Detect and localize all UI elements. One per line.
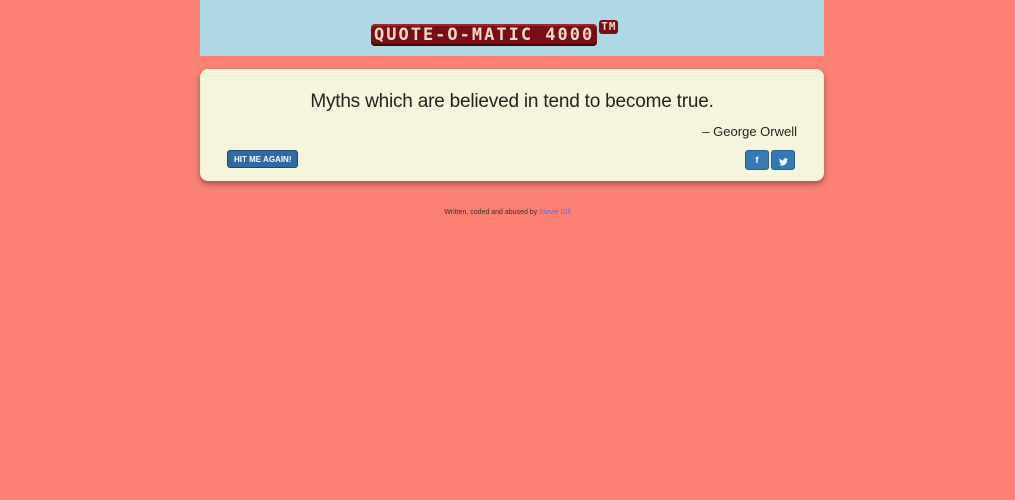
logo-trademark: TM (599, 20, 619, 34)
quote-author: – George Orwell (702, 124, 797, 139)
page: QUOTE-O-MATIC 4000 TM Myths which are be… (0, 0, 1015, 500)
facebook-icon: f (755, 155, 759, 165)
share-twitter-button[interactable] (771, 150, 795, 170)
app-logo: QUOTE-O-MATIC 4000 TM (371, 20, 619, 46)
quote-text: Myths which are believed in tend to beco… (310, 91, 714, 112)
share-facebook-button[interactable]: f (745, 150, 769, 170)
logo-text: QUOTE-O-MATIC 4000 (371, 24, 598, 46)
author-link[interactable]: Stevie Gill (539, 209, 571, 216)
quote-card: Myths which are believed in tend to beco… (200, 69, 824, 181)
new-quote-button[interactable]: HIT ME AGAIN! (227, 150, 299, 168)
footer-text: Written, coded and abused by (444, 209, 538, 216)
footer: Written, coded and abused by Stevie Gill (0, 209, 1015, 216)
twitter-icon (778, 151, 788, 170)
